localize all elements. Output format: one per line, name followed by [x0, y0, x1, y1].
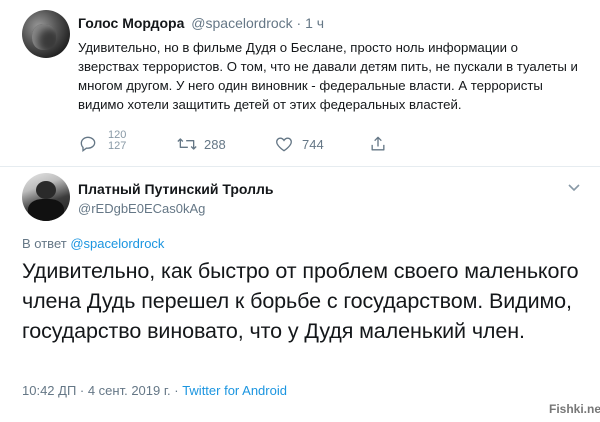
reply-to-link[interactable]: @spacelordrock: [70, 236, 164, 251]
tweet-actions: 120 127 288 744: [78, 130, 418, 164]
timestamp[interactable]: 10:42 ДП · 4 сент. 2019 г. ·: [22, 383, 182, 398]
reply-icon: [80, 136, 96, 152]
reply-count: 120 127: [108, 130, 126, 152]
reply-avatar[interactable]: [22, 173, 70, 221]
reply-context: В ответ @spacelordrock: [22, 236, 164, 251]
client-link[interactable]: Twitter for Android: [182, 383, 287, 398]
tweet-header: Голос Мордора @spacelordrock · 1 ч: [78, 15, 324, 31]
tweet-meta: 10:42 ДП · 4 сент. 2019 г. · Twitter for…: [22, 383, 287, 398]
parent-tweet[interactable]: Голос Мордора @spacelordrock · 1 ч Удиви…: [0, 0, 600, 165]
retweet-icon: [177, 138, 197, 150]
author-handle[interactable]: @spacelordrock: [191, 15, 292, 31]
reply-author-handle[interactable]: @rEDgbE0ECas0kAg: [78, 201, 205, 216]
tweet-text: Удивительно, но в фильме Дудя о Беслане,…: [78, 40, 578, 112]
retweet-count: 288: [204, 136, 226, 152]
author-name[interactable]: Голос Мордора: [78, 15, 184, 31]
reply-text: Удивительно, как быстро от проблем своег…: [22, 259, 579, 343]
share-button[interactable]: [368, 134, 388, 154]
reply-prefix: В ответ: [22, 236, 71, 251]
reply-button[interactable]: 120 127: [78, 130, 126, 154]
like-button[interactable]: 744: [274, 134, 324, 154]
avatar[interactable]: [22, 10, 70, 58]
heart-icon: [276, 137, 292, 152]
like-count: 744: [302, 136, 324, 152]
tweet-time[interactable]: 1 ч: [305, 15, 324, 31]
time-separator: ·: [296, 15, 306, 31]
retweet-button[interactable]: 288: [176, 134, 226, 154]
chevron-down-icon[interactable]: [567, 180, 581, 194]
reply-author-name[interactable]: Платный Путинский Тролль: [78, 181, 274, 197]
watermark: Fishki.net: [549, 402, 600, 416]
divider: [0, 166, 600, 167]
reply-count-bottom: 127: [108, 140, 127, 152]
share-icon: [371, 136, 385, 151]
